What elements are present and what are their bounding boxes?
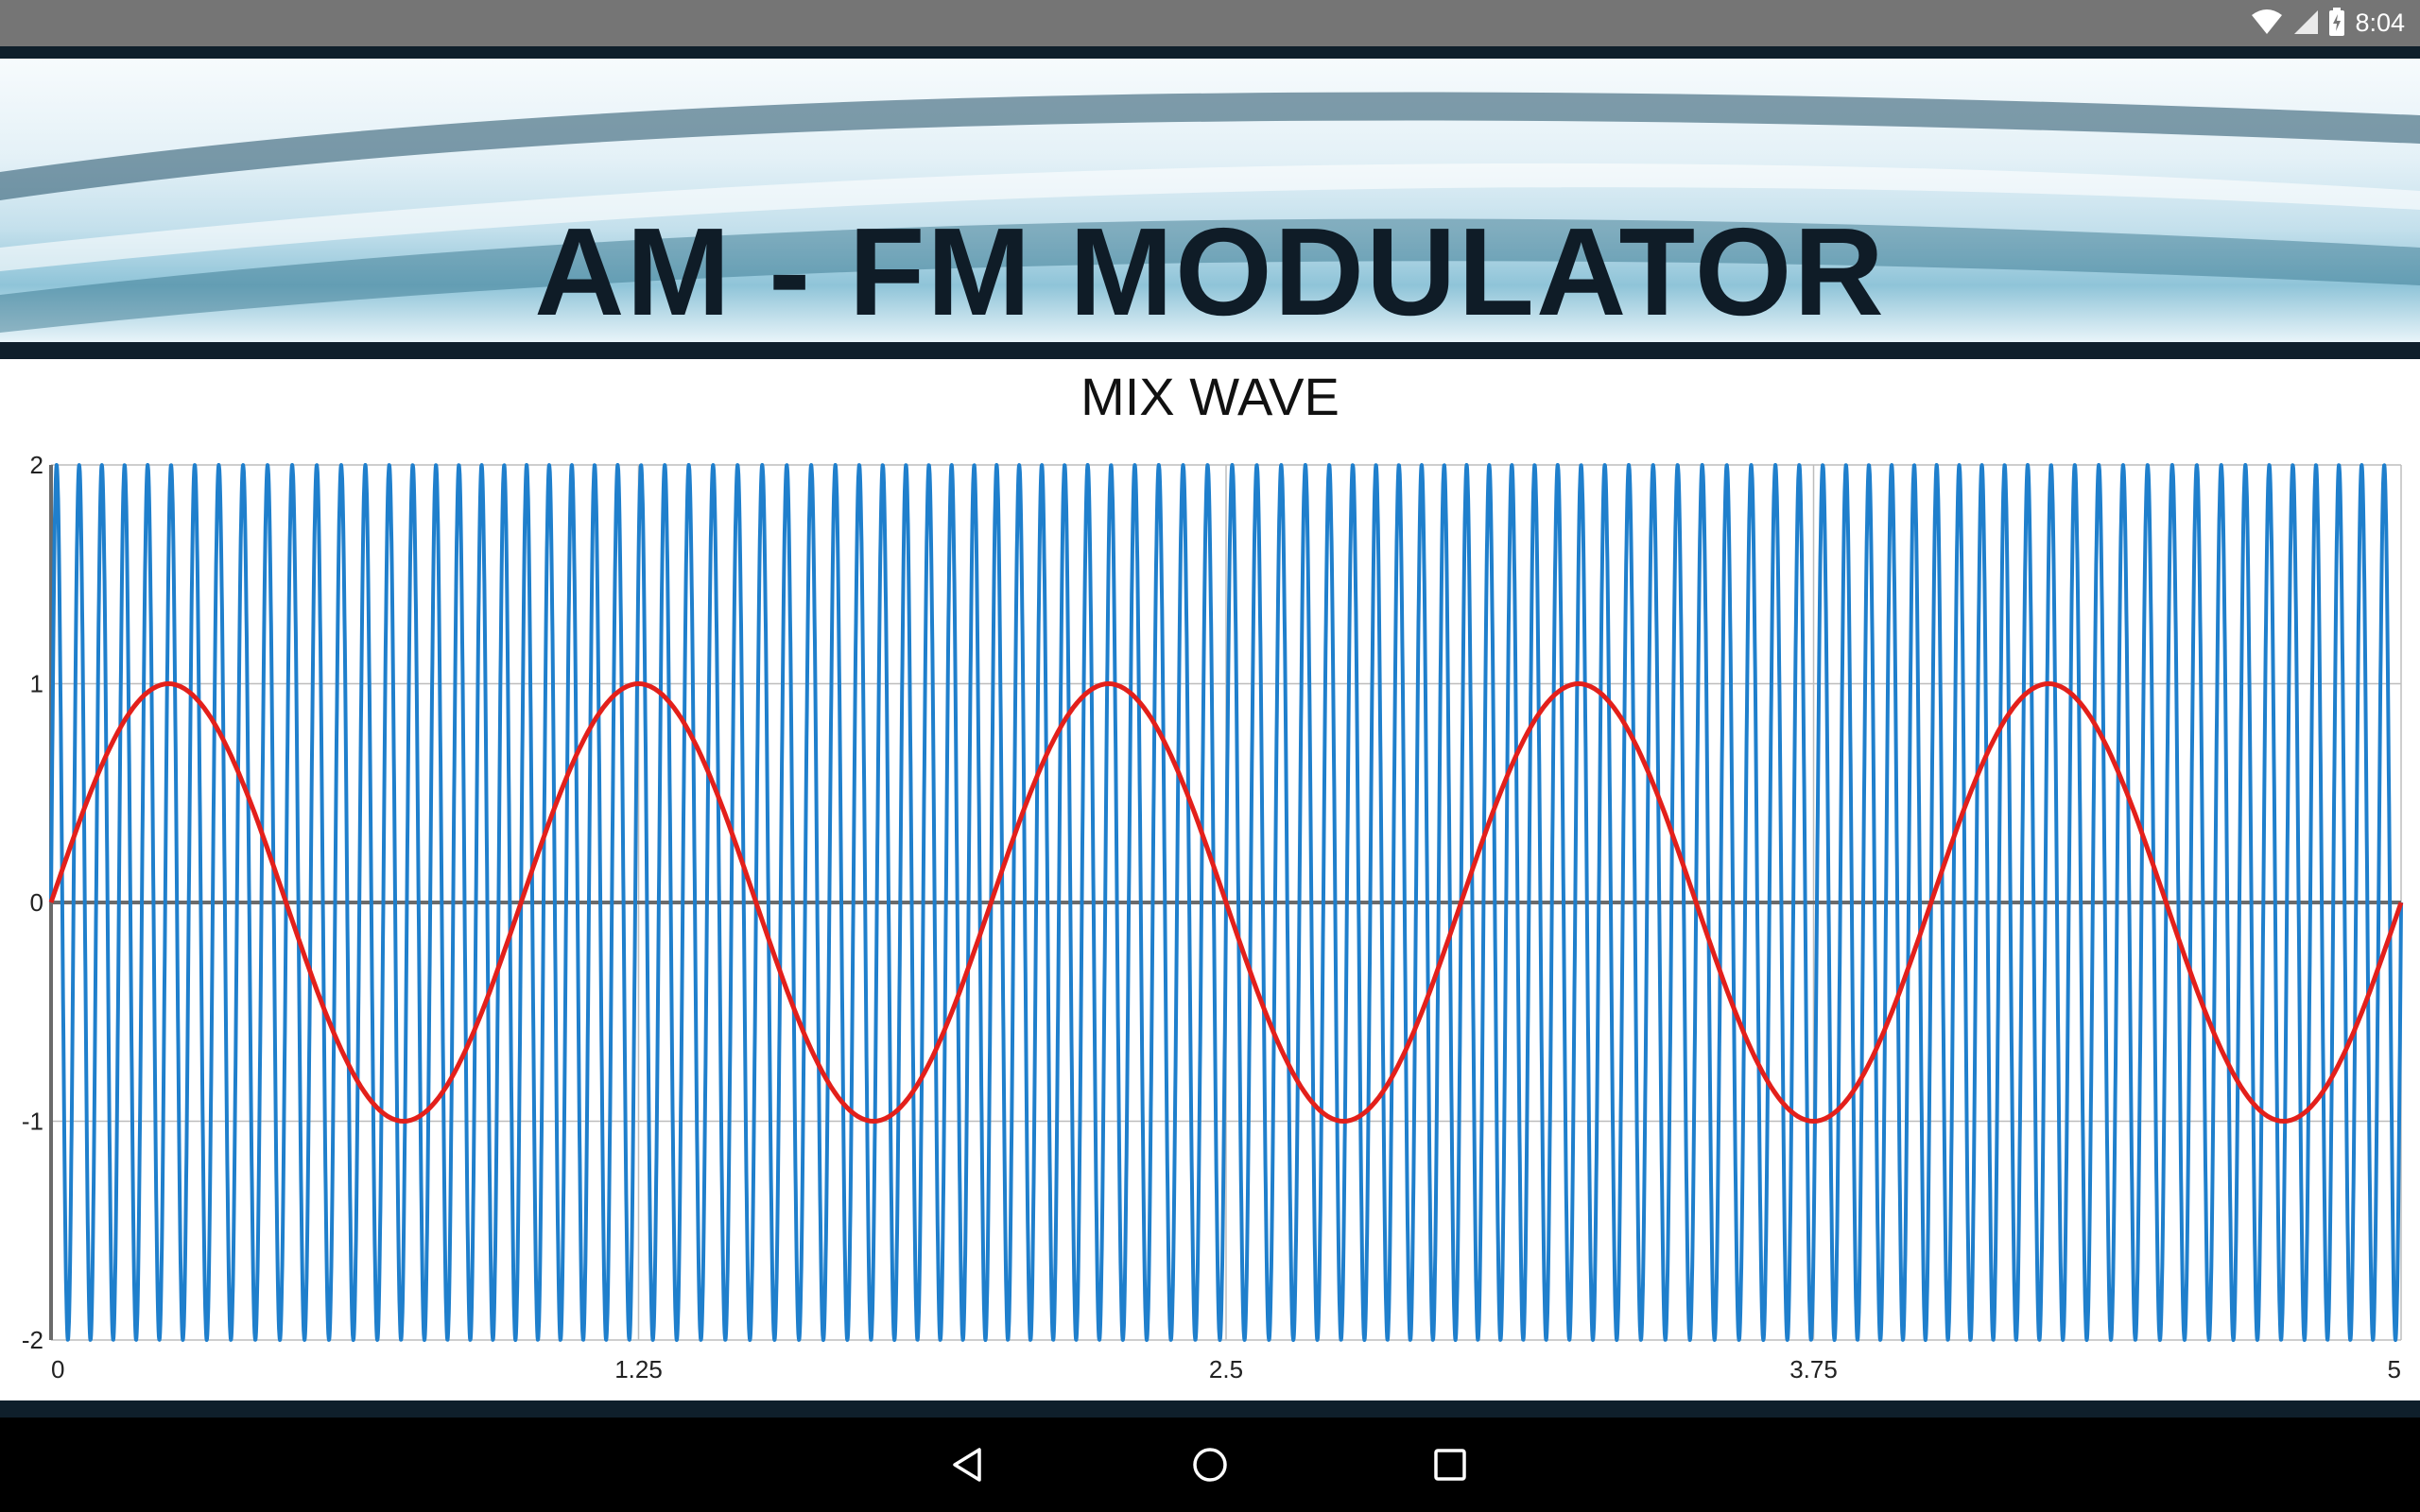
recents-icon bbox=[1434, 1449, 1466, 1481]
mix-wave-chart: 2 1 0 -1 -2 0 1.25 2.5 3.75 5 bbox=[22, 451, 2404, 1383]
navigation-bar bbox=[0, 1418, 2420, 1512]
x-tick-label: 2.5 bbox=[1209, 1355, 1243, 1383]
y-tick-label: -1 bbox=[22, 1108, 43, 1136]
home-icon bbox=[1193, 1448, 1227, 1482]
chart-title: MIX WAVE bbox=[1080, 367, 1340, 426]
status-time: 8:04 bbox=[2355, 9, 2405, 37]
x-tick-label: 3.75 bbox=[1789, 1355, 1838, 1383]
y-tick-label: 1 bbox=[30, 670, 43, 698]
x-tick-label: 0 bbox=[51, 1355, 64, 1383]
back-icon bbox=[953, 1448, 981, 1482]
x-tick-label: 5 bbox=[2388, 1355, 2401, 1383]
back-button[interactable] bbox=[911, 1418, 1025, 1512]
y-tick-label: -2 bbox=[22, 1326, 43, 1354]
y-tick-label: 0 bbox=[30, 888, 43, 917]
wifi-icon bbox=[2251, 9, 2283, 39]
app-banner: AM - FM MODULATOR bbox=[0, 59, 2420, 342]
recents-button[interactable] bbox=[1393, 1418, 1507, 1512]
banner-top-strip bbox=[0, 46, 2420, 59]
battery-charging-icon bbox=[2328, 7, 2345, 40]
cellular-signal-icon bbox=[2292, 9, 2319, 39]
banner-title: AM - FM MODULATOR bbox=[534, 201, 1886, 341]
home-button[interactable] bbox=[1153, 1418, 1267, 1512]
bottom-strip bbox=[0, 1400, 2420, 1418]
status-bar: 8:04 bbox=[0, 0, 2420, 46]
y-tick-label: 2 bbox=[30, 451, 43, 479]
status-icons: 8:04 bbox=[2251, 0, 2405, 46]
banner-bottom-strip bbox=[0, 342, 2420, 359]
x-tick-label: 1.25 bbox=[614, 1355, 663, 1383]
